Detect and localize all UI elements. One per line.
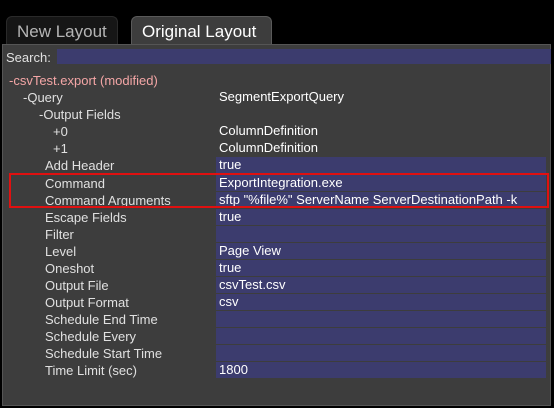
property-value-field[interactable]: ExportIntegration.exe xyxy=(216,175,546,191)
search-label: Search: xyxy=(6,50,51,65)
property-value-field[interactable]: true xyxy=(216,157,546,173)
property-value-field[interactable]: csv xyxy=(216,294,546,310)
output-fields-label[interactable]: -Output Fields xyxy=(39,107,121,122)
property-row: Add Header true xyxy=(3,157,552,174)
properties-panel: Search: -csvTest.export (modified) -Quer… xyxy=(2,44,551,406)
property-name: Oneshot xyxy=(45,261,95,276)
output-field-0-value: ColumnDefinition xyxy=(219,123,318,138)
property-row: Level Page View xyxy=(3,243,552,260)
property-value-field[interactable] xyxy=(216,345,546,361)
property-name: Output Format xyxy=(45,295,129,310)
tab-bar: New Layout Original Layout xyxy=(0,0,554,45)
output-field-1-value: ColumnDefinition xyxy=(219,140,318,155)
property-value-field[interactable]: true xyxy=(216,260,546,276)
output-field-0-label[interactable]: +0 xyxy=(53,124,68,139)
property-name: Output File xyxy=(45,278,109,293)
property-value-field[interactable]: Page View xyxy=(216,243,546,259)
output-field-1-row[interactable]: +1 ColumnDefinition xyxy=(3,140,552,157)
property-name: Level xyxy=(45,244,77,259)
property-value-field[interactable]: csvTest.csv xyxy=(216,277,546,293)
property-name: Command Arguments xyxy=(45,193,171,208)
property-row: Command ExportIntegration.exe xyxy=(3,175,552,192)
query-row[interactable]: -Query SegmentExportQuery xyxy=(3,89,552,106)
property-name: Add Header xyxy=(45,158,115,173)
property-name: Escape Fields xyxy=(45,210,127,225)
property-row: Schedule End Time xyxy=(3,311,552,328)
property-value-field[interactable]: sftp "%file%" ServerName ServerDestinati… xyxy=(216,192,546,208)
property-row: Oneshot true xyxy=(3,260,552,277)
property-row: Output File csvTest.csv xyxy=(3,277,552,294)
tree-root-row[interactable]: -csvTest.export (modified) xyxy=(3,72,552,89)
property-value-field[interactable]: true xyxy=(216,209,546,225)
property-row: Command Arguments sftp "%file%" ServerNa… xyxy=(3,192,552,209)
output-field-0-row[interactable]: +0 ColumnDefinition xyxy=(3,123,552,140)
property-name: Command xyxy=(45,176,105,191)
search-input[interactable] xyxy=(57,49,551,64)
property-value-field[interactable] xyxy=(216,311,546,327)
property-row: Schedule Start Time xyxy=(3,345,552,362)
property-name: Schedule End Time xyxy=(45,312,158,327)
property-row: Time Limit (sec) 1800 xyxy=(3,362,552,379)
property-name: Schedule Every xyxy=(45,329,137,344)
property-value-field[interactable]: 1800 xyxy=(216,362,546,378)
output-fields-row[interactable]: -Output Fields xyxy=(3,106,552,123)
property-name: Schedule Start Time xyxy=(45,346,163,361)
tree-root-label[interactable]: -csvTest.export (modified) xyxy=(9,73,158,88)
property-row: Schedule Every xyxy=(3,328,552,345)
property-row: Filter xyxy=(3,226,552,243)
tab-original-layout[interactable]: Original Layout xyxy=(131,16,272,45)
output-field-1-label[interactable]: +1 xyxy=(53,141,68,156)
property-value-field[interactable] xyxy=(216,226,546,242)
property-name: Time Limit (sec) xyxy=(45,363,137,378)
tab-new-layout[interactable]: New Layout xyxy=(6,16,118,45)
query-value: SegmentExportQuery xyxy=(219,89,345,104)
property-row: Output Format csv xyxy=(3,294,552,311)
property-name: Filter xyxy=(45,227,74,242)
query-label[interactable]: -Query xyxy=(23,90,63,105)
property-value-field[interactable] xyxy=(216,328,546,344)
property-row: Escape Fields true xyxy=(3,209,552,226)
